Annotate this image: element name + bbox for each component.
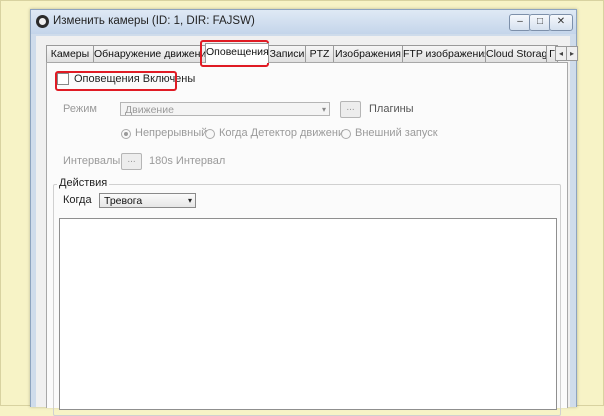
plugins-label: Плагины (369, 103, 414, 115)
trigger-continuous-radio[interactable] (121, 129, 131, 139)
tab-motion-detection[interactable]: Обнаружение движения (93, 45, 212, 62)
minimize-button[interactable]: – (509, 14, 531, 31)
tab-cloud-storage[interactable]: Cloud Storage (485, 45, 553, 62)
alerts-enabled-checkbox[interactable] (57, 73, 69, 85)
tab-ptz[interactable]: PTZ (305, 45, 334, 62)
client-area: Камеры Обнаружение движения Оповещения З… (36, 36, 578, 416)
when-label: Когда (63, 194, 92, 206)
chevron-down-icon: ▾ (321, 105, 326, 114)
intervals-value: 180s Интервал (149, 155, 226, 167)
intervals-label: Интервалы (63, 155, 121, 167)
actions-list[interactable] (59, 218, 557, 410)
close-button[interactable]: ✕ (549, 14, 573, 31)
window-title: Изменить камеры (ID: 1, DIR: FAJSW) (53, 15, 255, 27)
plugins-button[interactable]: ... (340, 101, 361, 118)
alerts-enabled-label: Оповещения Включены (74, 73, 196, 85)
tab-images[interactable]: Изображения (333, 45, 403, 62)
trigger-external-label: Внешний запуск (355, 127, 438, 139)
tab-alerts[interactable]: Оповещения (205, 43, 269, 63)
maximize-button[interactable]: □ (529, 14, 551, 31)
actions-group-title: Действия (57, 177, 110, 189)
mode-select-value: Движение (125, 104, 174, 116)
trigger-external-radio[interactable] (341, 129, 351, 139)
trigger-motion-radio[interactable] (205, 129, 215, 139)
tab-ftp-images[interactable]: FTP изображения (402, 45, 490, 62)
tab-scroll-right-icon[interactable]: ▸ (566, 46, 578, 61)
when-select-value: Тревога (104, 195, 143, 207)
trigger-motion-label: Когда Детектор движения (219, 127, 351, 139)
tab-strip: Камеры Обнаружение движения Оповещения З… (46, 43, 578, 63)
alerts-enabled-row[interactable]: Оповещения Включены (57, 73, 195, 85)
trigger-continuous-label: Непрерывный (135, 127, 208, 139)
edit-camera-window: Изменить камеры (ID: 1, DIR: FAJSW) – □ … (30, 9, 578, 416)
chevron-down-icon: ▾ (187, 196, 192, 205)
app-icon (36, 15, 49, 28)
title-bar[interactable]: Изменить камеры (ID: 1, DIR: FAJSW) – □ … (31, 10, 576, 34)
when-select[interactable]: Тревога ▾ (99, 193, 196, 208)
mode-select[interactable]: Движение ▾ (120, 102, 330, 116)
intervals-button[interactable]: ... (121, 153, 142, 170)
tab-recordings[interactable]: Записи (268, 45, 306, 62)
tab-cameras[interactable]: Камеры (46, 45, 94, 62)
mode-label: Режим (63, 103, 97, 115)
alerts-tab-panel: Оповещения Включены Режим Движение ▾ ...… (46, 62, 568, 416)
